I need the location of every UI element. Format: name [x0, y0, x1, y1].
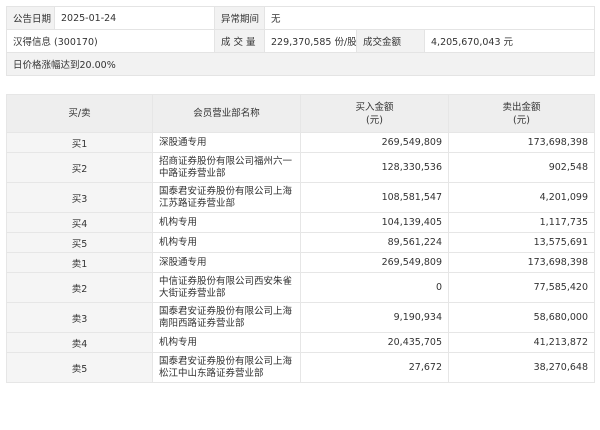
- branch-name-cell: 中信证券股份有限公司西安朱雀大街证券营业部: [152, 272, 301, 303]
- table-row: 卖1 深股通专用 269,549,809 173,698,398: [6, 252, 595, 273]
- sell-amount-cell: 58,680,000: [448, 302, 595, 333]
- branch-name-cell: 国泰君安证券股份有限公司上海松江中山东路证券营业部: [152, 352, 301, 383]
- volume-value: 229,370,585 份/股: [264, 29, 357, 53]
- branch-name-cell: 机构专用: [152, 332, 301, 353]
- buy-amount-cell: 27,672: [300, 352, 449, 383]
- table-row: 买4 机构专用 104,139,405 1,117,735: [6, 212, 595, 233]
- table-row: 买1 深股通专用 269,549,809 173,698,398: [6, 132, 595, 153]
- reason-text: 日价格涨幅达到20.00%: [5, 52, 596, 76]
- branch-name-cell: 机构专用: [152, 212, 301, 233]
- amount-value: 4,205,670,043 元: [423, 29, 596, 53]
- branch-name-cell: 深股通专用: [152, 132, 301, 153]
- side-cell: 卖5: [6, 352, 153, 383]
- table-row: 卖2 中信证券股份有限公司西安朱雀大街证券营业部 0 77,585,420: [6, 272, 595, 303]
- branch-name-cell: 国泰君安证券股份有限公司上海南阳西路证券营业部: [152, 302, 301, 333]
- buy-amount-cell: 269,549,809: [300, 132, 449, 153]
- date-value: 2025-01-24: [54, 6, 215, 30]
- side-cell: 买4: [6, 212, 153, 233]
- side-cell: 买2: [6, 152, 153, 183]
- header-buy-line1: 买入金额: [355, 101, 394, 113]
- sell-amount-cell: 902,548: [448, 152, 595, 183]
- header-buy: 买入金额 (元): [300, 94, 449, 133]
- date-label: 公告日期: [6, 6, 55, 30]
- trade-header-row: 买/卖 会员营业部名称 买入金额 (元) 卖出金额 (元): [6, 94, 595, 133]
- branch-name-cell: 招商证券股份有限公司福州六一中路证券营业部: [152, 152, 301, 183]
- buy-amount-cell: 104,139,405: [300, 212, 449, 233]
- side-cell: 卖1: [6, 252, 153, 273]
- table-row: 买5 机构专用 89,561,224 13,575,691: [6, 232, 595, 253]
- stock-name: 汉得信息 (300170): [6, 29, 215, 53]
- trade-table-body: 买1 深股通专用 269,549,809 173,698,398 买2 招商证券股份有限公…: [6, 132, 595, 383]
- branch-name-cell: 机构专用: [152, 232, 301, 253]
- buy-amount-cell: 269,549,809: [300, 252, 449, 273]
- table-row: 卖3 国泰君安证券股份有限公司上海南阳西路证券营业部 9,190,934 58,680…: [6, 302, 595, 333]
- sell-amount-cell: 173,698,398: [448, 252, 595, 273]
- branch-name-cell: 深股通专用: [152, 252, 301, 273]
- side-cell: 卖2: [6, 272, 153, 303]
- sell-amount-cell: 4,201,099: [448, 182, 595, 213]
- side-cell: 买1: [6, 132, 153, 153]
- buy-amount-cell: 108,581,547: [300, 182, 449, 213]
- table-row: 买3 国泰君安证券股份有限公司上海江苏路证券营业部 108,581,547 4,201…: [6, 182, 595, 213]
- buy-amount-cell: 0: [300, 272, 449, 303]
- abnormal-period-value: 无: [263, 6, 596, 30]
- side-cell: 卖4: [6, 332, 153, 353]
- sell-amount-cell: 41,213,872: [448, 332, 595, 353]
- side-cell: 卖3: [6, 302, 153, 333]
- table-row: 卖5 国泰君安证券股份有限公司上海松江中山东路证券营业部 27,672 38,270,…: [6, 352, 595, 383]
- sell-amount-cell: 173,698,398: [448, 132, 595, 153]
- info-row-reason: 日价格涨幅达到20.00%: [5, 52, 596, 76]
- table-row: 买2 招商证券股份有限公司福州六一中路证券营业部 128,330,536 902,54…: [6, 152, 595, 183]
- amount-label: 成交金额: [356, 29, 425, 53]
- sell-amount-cell: 38,270,648: [448, 352, 595, 383]
- header-sell-line2: (元): [513, 114, 530, 126]
- header-sell: 卖出金额 (元): [448, 94, 595, 133]
- buy-amount-cell: 9,190,934: [300, 302, 449, 333]
- header-buy-line2: (元): [366, 114, 383, 126]
- buy-amount-cell: 20,435,705: [300, 332, 449, 353]
- header-branch: 会员营业部名称: [152, 94, 301, 133]
- side-cell: 买5: [6, 232, 153, 253]
- branch-name-cell: 国泰君安证券股份有限公司上海江苏路证券营业部: [152, 182, 301, 213]
- announcement-info-table: 公告日期 2025-01-24 异常期间 无 汉得信息 (300170) 成 交…: [5, 6, 596, 76]
- info-row-date: 公告日期 2025-01-24 异常期间 无: [6, 6, 596, 30]
- sell-amount-cell: 1,117,735: [448, 212, 595, 233]
- info-row-stock: 汉得信息 (300170) 成 交 量 229,370,585 份/股 成交金额…: [6, 29, 596, 53]
- table-row: 卖4 机构专用 20,435,705 41,213,872: [6, 332, 595, 353]
- sell-amount-cell: 77,585,420: [448, 272, 595, 303]
- side-cell: 买3: [6, 182, 153, 213]
- abnormal-period-label: 异常期间: [214, 6, 265, 30]
- buy-amount-cell: 128,330,536: [300, 152, 449, 183]
- buy-amount-cell: 89,561,224: [300, 232, 449, 253]
- header-sell-line1: 卖出金额: [502, 101, 541, 113]
- sell-amount-cell: 13,575,691: [448, 232, 595, 253]
- volume-label: 成 交 量: [214, 29, 265, 53]
- trade-detail-table: 买/卖 会员营业部名称 买入金额 (元) 卖出金额 (元) 买1 深股通专用 269…: [6, 94, 595, 383]
- header-side: 买/卖: [6, 94, 153, 133]
